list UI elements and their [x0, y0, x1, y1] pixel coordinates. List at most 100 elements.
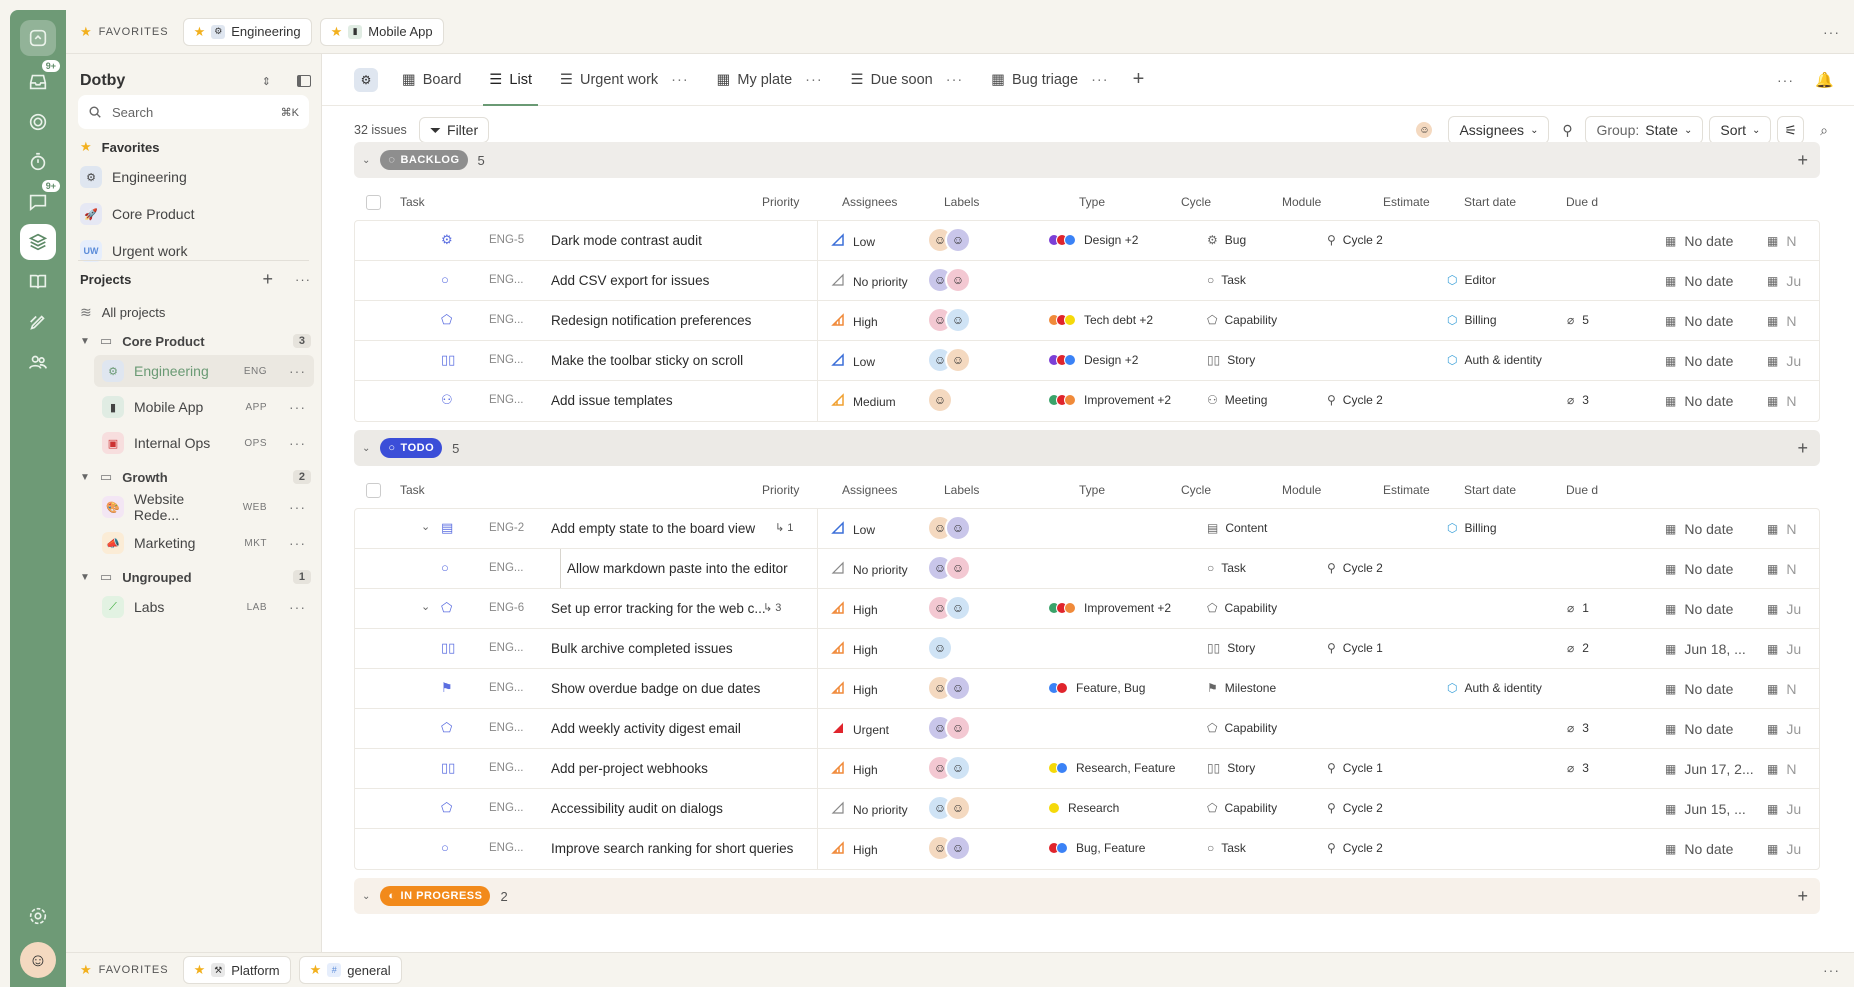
priority-cell[interactable]: High	[831, 601, 878, 618]
tab-more-icon[interactable]: ···	[671, 72, 689, 88]
due-date-cell[interactable]: ▦ N	[1767, 521, 1796, 537]
issue-row[interactable]: ⬠ ENG... Redesign notification preferences…	[355, 301, 1819, 341]
module-cell[interactable]: ⬡ Auth & identity	[1447, 353, 1542, 367]
priority-cell[interactable]: No priority	[831, 273, 908, 290]
topbar-more-icon[interactable]: ···	[1823, 24, 1840, 40]
column-start[interactable]: Start date	[1464, 483, 1516, 497]
group-header-backlog[interactable]: ⌄ ◌ BACKLOG 5 +	[354, 142, 1820, 178]
add-issue-icon[interactable]: +	[1797, 886, 1808, 907]
assignees-cell[interactable]: ☺ ☺	[927, 515, 971, 541]
column-start[interactable]: Start date	[1464, 195, 1516, 209]
tab-board[interactable]: ▦ Board	[390, 54, 473, 106]
issue-row[interactable]: ⚇ ENG... Add issue templates Medium ☺ Improve…	[355, 381, 1819, 421]
issue-row[interactable]: ⌄ ▤ ENG-2 Add empty state to the board view…	[355, 509, 1819, 549]
fav-chip-platform[interactable]: ★ ⚒ Platform	[182, 956, 291, 984]
module-cell[interactable]: ⬡ Billing	[1447, 313, 1497, 327]
project-labs[interactable]: ⟋ Labs LAB ···	[94, 591, 314, 623]
type-cell[interactable]: ⬠ Capability	[1207, 601, 1277, 615]
priority-cell[interactable]: High	[831, 313, 878, 330]
add-issue-icon[interactable]: +	[1797, 150, 1808, 171]
select-all-checkbox[interactable]	[366, 195, 381, 210]
assignees-cell[interactable]: ☺ ☺	[927, 267, 971, 293]
sidebar-fav-engineering[interactable]: ⚙ Engineering	[80, 162, 311, 192]
module-cell[interactable]: ⬡ Auth & identity	[1447, 681, 1542, 695]
column-estimate[interactable]: Estimate	[1383, 195, 1430, 209]
assignees-cell[interactable]: ☺	[927, 635, 953, 661]
start-date-cell[interactable]: ▦ No date	[1665, 233, 1733, 249]
expand-chevron-icon[interactable]: ⌄	[421, 520, 430, 533]
tab-list[interactable]: ☰ List	[477, 54, 544, 106]
priority-cell[interactable]: High	[831, 641, 878, 658]
start-date-cell[interactable]: ▦ Jun 17, 2...	[1665, 761, 1754, 777]
estimate-cell[interactable]: ⌀ 3	[1567, 393, 1589, 407]
priority-cell[interactable]: High	[831, 841, 878, 858]
project-marketing[interactable]: 📣 Marketing MKT ···	[94, 527, 314, 559]
priority-cell[interactable]: High	[831, 761, 878, 778]
issue-row[interactable]: ⬠ ENG... Accessibility audit on dialogs No …	[355, 789, 1819, 829]
issue-row[interactable]: ⌄ ⬠ ENG-6 Set up error tracking for the web…	[355, 589, 1819, 629]
column-labels[interactable]: Labels	[944, 483, 979, 497]
chevron-down-icon[interactable]: ⌄	[362, 891, 370, 902]
priority-cell[interactable]: High	[831, 681, 878, 698]
type-cell[interactable]: ○ Task	[1207, 273, 1246, 287]
type-cell[interactable]: ⚙ Bug	[1207, 233, 1246, 247]
estimate-cell[interactable]: ⌀ 2	[1567, 641, 1589, 655]
start-date-cell[interactable]: ▦ Jun 15, ...	[1665, 801, 1746, 817]
issue-row[interactable]: ▯▯ ENG... Add per-project webhooks High ☺ ☺ Re…	[355, 749, 1819, 789]
cycle-cell[interactable]: ⚲ Cycle 2	[1327, 233, 1383, 247]
start-date-cell[interactable]: ▦ No date	[1665, 273, 1733, 289]
project-more-icon[interactable]: ···	[289, 535, 306, 551]
issue-title[interactable]: Add empty state to the board view	[551, 521, 755, 536]
issue-title[interactable]: Dark mode contrast audit	[551, 233, 702, 248]
issue-row[interactable]: ⚑ ENG... Show overdue badge on due dates Hi…	[355, 669, 1819, 709]
tab-more-icon[interactable]: ···	[1091, 72, 1109, 88]
tab-my-plate[interactable]: ▦ My plate ···	[705, 54, 835, 106]
due-date-cell[interactable]: ▦ Ju	[1767, 601, 1801, 617]
project-website-redesign[interactable]: 🎨 Website Rede... WEB ···	[94, 491, 314, 523]
me-avatar[interactable]: ☺	[1414, 120, 1435, 140]
column-due[interactable]: Due d	[1566, 483, 1598, 497]
tab-bug-triage[interactable]: ▦ Bug triage ···	[979, 54, 1120, 106]
estimate-cell[interactable]: ⌀ 1	[1567, 601, 1589, 615]
due-date-cell[interactable]: ▦ N	[1767, 561, 1796, 577]
column-estimate[interactable]: Estimate	[1383, 483, 1430, 497]
project-group-ungrouped[interactable]: ▼ ▭ Ungrouped 1	[80, 564, 311, 590]
labels-cell[interactable]: Feature, Bug	[1048, 681, 1145, 695]
cycle-cell[interactable]: ⚲ Cycle 1	[1327, 761, 1383, 775]
filter-button[interactable]: ⏷ Filter	[418, 117, 490, 143]
labels-cell[interactable]: Research	[1048, 801, 1119, 815]
group-header-todo[interactable]: ⌄ ○ TODO 5 +	[354, 430, 1820, 466]
type-cell[interactable]: ⬠ Capability	[1207, 721, 1277, 735]
add-view-icon[interactable]: +	[1133, 68, 1145, 91]
priority-cell[interactable]: No priority	[831, 561, 908, 578]
chat-icon[interactable]: 9+	[20, 180, 60, 220]
search-icon[interactable]: ⌕	[1810, 122, 1838, 139]
issue-row[interactable]: ○ ENG... Improve search ranking for short …	[355, 829, 1819, 869]
priority-cell[interactable]: Low	[831, 233, 875, 250]
project-more-icon[interactable]: ···	[289, 499, 306, 515]
issue-title[interactable]: Set up error tracking for the web c...	[551, 601, 766, 616]
cycle-cell[interactable]: ⚲ Cycle 2	[1327, 841, 1383, 855]
chevron-down-icon[interactable]: ⌄	[362, 155, 370, 166]
issue-row[interactable]: ⬠ ENG... Add weekly activity digest email U…	[355, 709, 1819, 749]
labels-cell[interactable]: Research, Feature	[1048, 761, 1175, 775]
user-avatar[interactable]: ☺	[20, 942, 56, 978]
due-date-cell[interactable]: ▦ N	[1767, 761, 1796, 777]
tab-more-icon[interactable]: ···	[946, 72, 964, 88]
start-date-cell[interactable]: ▦ No date	[1665, 681, 1733, 697]
assignees-dropdown[interactable]: Assignees ⌄	[1448, 116, 1550, 144]
type-cell[interactable]: ⬠ Capability	[1207, 801, 1277, 815]
project-engineering[interactable]: ⚙ Engineering ENG ···	[94, 355, 314, 387]
due-date-cell[interactable]: ▦ Ju	[1767, 841, 1801, 857]
issue-title[interactable]: Make the toolbar sticky on scroll	[551, 353, 743, 368]
assignees-cell[interactable]: ☺ ☺	[927, 835, 971, 861]
cycle-cell[interactable]: ⚲ Cycle 1	[1327, 641, 1383, 655]
bell-icon[interactable]: 🔔	[1815, 71, 1834, 89]
assignees-cell[interactable]: ☺ ☺	[927, 675, 971, 701]
issue-title[interactable]: Add weekly activity digest email	[551, 721, 741, 736]
due-date-cell[interactable]: ▦ N	[1767, 233, 1796, 249]
column-cycle[interactable]: Cycle	[1181, 483, 1211, 497]
labels-cell[interactable]: Bug, Feature	[1048, 841, 1145, 855]
priority-cell[interactable]: Medium	[831, 393, 896, 410]
cycle-cell[interactable]: ⚲ Cycle 2	[1327, 801, 1383, 815]
